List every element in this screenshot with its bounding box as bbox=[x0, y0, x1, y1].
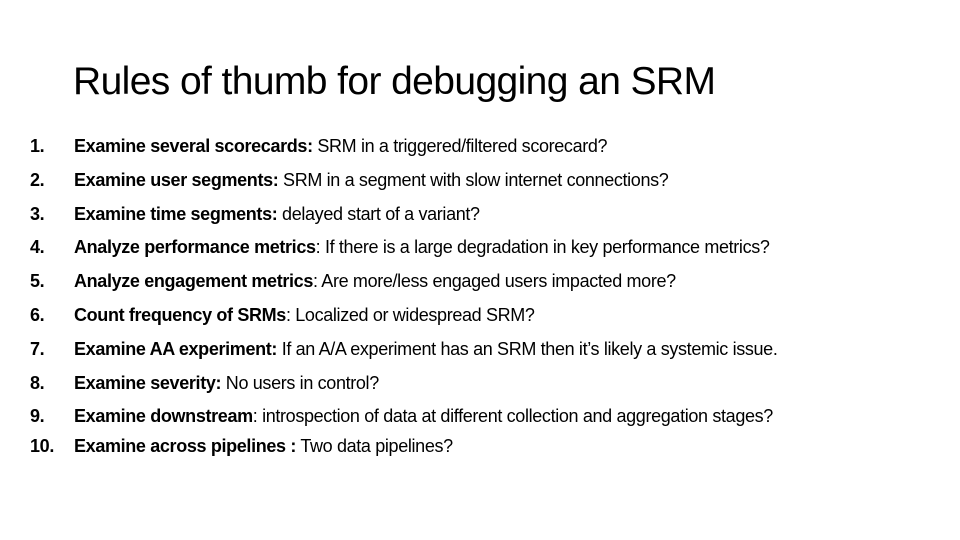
rule-text: If an A/A experiment has an SRM then it’… bbox=[277, 338, 778, 359]
rule-name: Examine time segments: bbox=[74, 203, 278, 224]
rule-name: Analyze performance metrics bbox=[74, 237, 316, 258]
rule-number: 6. bbox=[30, 304, 45, 325]
rule-item: 4. Analyze performance metrics: If there … bbox=[30, 236, 930, 258]
rule-item: 3. Examine time segments: delayed start o… bbox=[30, 203, 930, 225]
rule-number: 7. bbox=[30, 338, 45, 359]
rule-number: 2. bbox=[30, 169, 45, 190]
rule-text: SRM in a triggered/filtered scorecard? bbox=[312, 136, 608, 156]
rule-name: Count frequency of SRMs bbox=[74, 304, 286, 325]
rule-text: Two data pipelines? bbox=[296, 436, 453, 457]
rule-text: No users in control? bbox=[221, 372, 379, 393]
rule-text: SRM in a segment with slow internet conn… bbox=[278, 169, 669, 190]
rule-number: 1. bbox=[30, 136, 45, 156]
rule-item: 7. Examine AA experiment: If an A/A exper… bbox=[30, 338, 930, 360]
rule-name: Examine downstream bbox=[74, 406, 253, 427]
rule-number: 8. bbox=[30, 372, 45, 393]
rule-text: : Are more/less engaged users impacted m… bbox=[313, 271, 676, 292]
rule-name: Examine user segments: bbox=[74, 169, 279, 190]
rule-item: 6. Count frequency of SRMs: Localized or … bbox=[30, 304, 930, 326]
rule-name: Examine AA experiment: bbox=[74, 338, 278, 359]
rule-item: 8. Examine severity: No users in control? bbox=[30, 372, 930, 394]
rule-name: Analyze engagement metrics bbox=[74, 271, 313, 292]
rule-item: 2. Examine user segments: SRM in a segmen… bbox=[30, 169, 930, 191]
rules-list: 1. Examine several scorecards: SRM in a t… bbox=[30, 135, 930, 469]
rule-number: 3. bbox=[30, 203, 45, 224]
rule-text: delayed start of a variant? bbox=[277, 203, 480, 224]
rule-number: 9. bbox=[30, 406, 45, 427]
rule-item: 5. Analyze engagement metrics: Are more/l… bbox=[30, 270, 930, 292]
slide-title: Rules of thumb for debugging an SRM bbox=[73, 60, 716, 103]
rule-item: 9. Examine downstream: introspection of d… bbox=[30, 405, 864, 427]
rule-name: Examine severity: bbox=[74, 372, 222, 393]
rule-text: : Localized or widespread SRM? bbox=[285, 304, 535, 325]
rule-number: 5. bbox=[30, 271, 45, 292]
rule-item: 1. Examine several scorecards: SRM in a t… bbox=[30, 135, 930, 157]
rule-name: Examine several scorecards: bbox=[74, 136, 313, 156]
rule-item: 10. Examine across pipelines : Two data p… bbox=[30, 435, 930, 457]
rule-number: 10. bbox=[30, 436, 54, 457]
rule-name: Examine across pipelines : bbox=[74, 436, 296, 457]
rule-number: 4. bbox=[30, 237, 45, 258]
rule-text: : If there is a large degradation in key… bbox=[315, 237, 770, 258]
rule-text: : introspection of data at different col… bbox=[252, 406, 774, 427]
